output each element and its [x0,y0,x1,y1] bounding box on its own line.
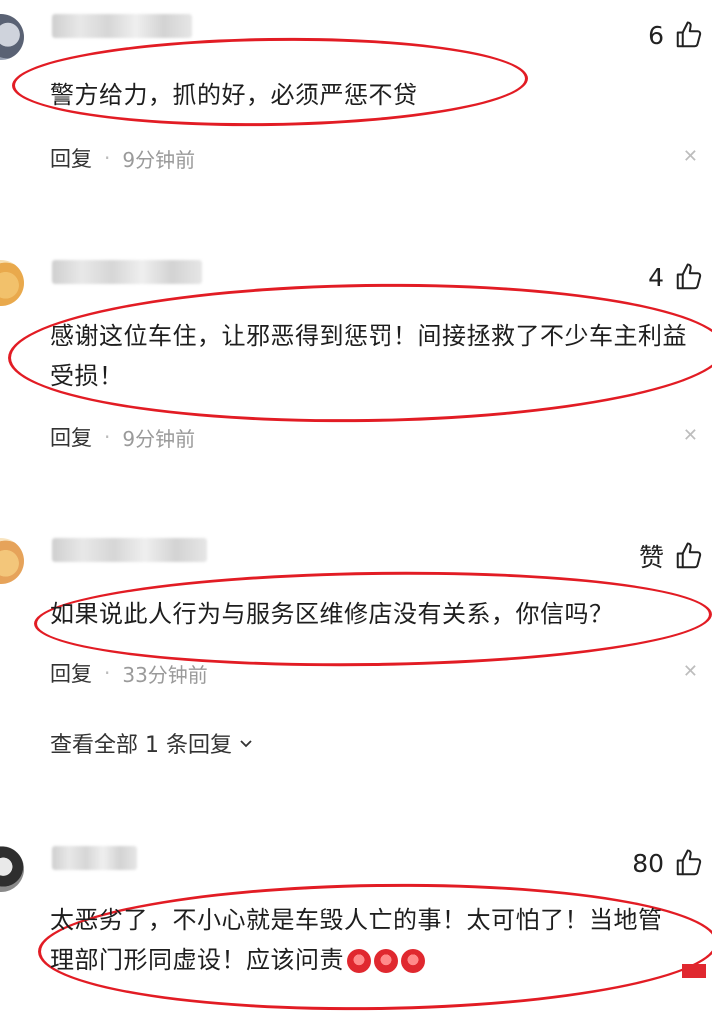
chevron-down-icon [240,740,252,748]
avatar[interactable] [0,538,24,584]
thumbs-up-icon [676,542,702,569]
comment-text: 感谢这位车住，让邪恶得到惩罚！间接拯救了不少车主利益受损！ [50,322,687,390]
view-all-replies-link[interactable]: 查看全部 1 条回复 [50,727,254,759]
comment-item: 6 警方给力，抓的好，必须严惩不贷 回复 · 9分钟前 ✕ [0,0,712,190]
thumbs-up-icon [676,21,702,48]
close-icon[interactable]: ✕ [683,661,698,682]
reply-button[interactable]: 回复 [50,143,92,173]
like-label: 赞 [638,543,664,572]
angry-face-icon [347,949,371,973]
avatar[interactable] [0,14,24,60]
comment-text: 太恶劣了，不小心就是车毁人亡的事！太可怕了！当地管理部门形同虚设！应该问责 [50,900,682,980]
avatar[interactable] [0,260,24,306]
username-blurred[interactable] [52,260,202,284]
like-count: 6 [648,20,664,50]
username-blurred[interactable] [52,538,207,562]
separator-dot: · [104,425,111,449]
separator-dot: · [104,146,111,170]
close-icon[interactable]: ✕ [683,146,698,167]
like-button[interactable]: 4 [648,262,704,292]
comment-meta: 回复 · 9分钟前 [50,143,195,173]
like-button[interactable]: 6 [648,20,704,50]
like-count: 4 [648,262,664,292]
avatar[interactable] [0,846,24,892]
separator-dot: · [104,661,111,685]
timestamp: 33分钟前 [122,662,208,687]
close-icon[interactable]: ✕ [683,425,698,446]
comment-text: 如果说此人行为与服务区维修店没有关系，你信吗？ [50,600,614,628]
username-blurred[interactable] [52,14,192,38]
like-count: 80 [632,848,664,878]
like-button[interactable]: 赞 [639,538,704,574]
comment-meta: 回复 · 33分钟前 [50,658,208,688]
comment-meta: 回复 · 9分钟前 [50,422,195,452]
timestamp: 9分钟前 [122,426,196,451]
angry-face-icon [374,949,398,973]
thumbs-up-icon [676,263,702,290]
view-replies-label: 查看全部 1 条回复 [50,733,232,758]
thumbs-up-icon [676,849,702,876]
red-corner-mark [682,964,706,978]
comment-item: 4 感谢这位车住，让邪恶得到惩罚！间接拯救了不少车主利益受损！ 回复 · 9分钟… [0,250,712,470]
like-button[interactable]: 80 [632,848,704,878]
angry-face-icon [401,949,425,973]
timestamp: 9分钟前 [122,147,196,172]
comment-text: 警方给力，抓的好，必须严惩不贷 [50,81,418,109]
reply-button[interactable]: 回复 [50,658,92,688]
comment-item: 80 太恶劣了，不小心就是车毁人亡的事！太可怕了！当地管理部门形同虚设！应该问责 [0,840,712,1015]
reply-button[interactable]: 回复 [50,422,92,452]
username-blurred[interactable] [52,846,137,870]
